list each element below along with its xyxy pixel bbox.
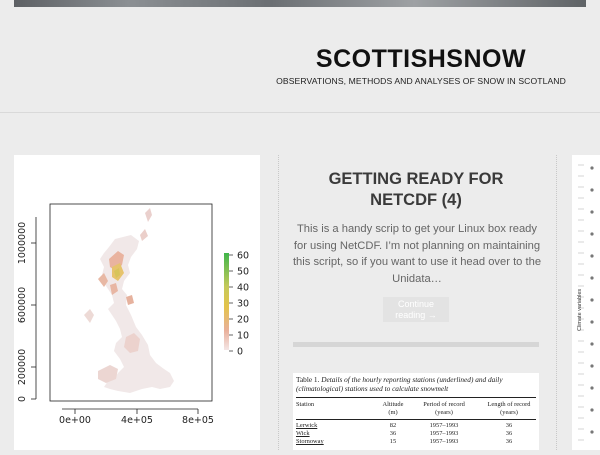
legend-tick-label: 60 bbox=[237, 251, 249, 262]
legend-tick-label: 50 bbox=[237, 267, 249, 278]
partial-point bbox=[590, 408, 594, 412]
y-tick-label: 1000000 bbox=[17, 222, 28, 264]
western-isles bbox=[84, 309, 94, 323]
partial-point bbox=[590, 276, 594, 280]
y-tick-label: 0 bbox=[17, 396, 28, 402]
partial-point bbox=[590, 364, 594, 368]
x-tick-label: 4e+05 bbox=[121, 415, 153, 426]
station-cell: Wick bbox=[296, 430, 310, 437]
site-title[interactable]: SCOTTISHSNOW bbox=[266, 45, 576, 74]
header-divider bbox=[0, 112, 600, 113]
post-title[interactable]: GETTING READY FOR NETCDF (4) bbox=[300, 169, 532, 211]
post-card-map[interactable]: 0 200000 600000 1000000 0e+00 4e+05 8e+05 bbox=[14, 155, 260, 450]
post-separator-bar bbox=[293, 342, 539, 347]
partial-point bbox=[590, 210, 594, 214]
column-divider bbox=[556, 155, 557, 450]
southern-uplands-snow bbox=[126, 295, 134, 305]
length-cell: 36 bbox=[505, 422, 513, 429]
station-cell: Stornoway bbox=[296, 438, 324, 445]
continue-reading-button[interactable]: Continue reading → bbox=[383, 297, 449, 322]
partial-point bbox=[590, 254, 594, 258]
legend-tick-label: 30 bbox=[237, 299, 249, 310]
period-cell: 1957–1993 bbox=[429, 430, 459, 437]
x-tick-label: 8e+05 bbox=[182, 415, 214, 426]
partial-point bbox=[590, 342, 594, 346]
legend-tick-label: 20 bbox=[237, 315, 249, 326]
partial-point bbox=[590, 166, 594, 170]
great-britain-map bbox=[84, 208, 174, 393]
y-tick-label: 200000 bbox=[17, 349, 28, 385]
legend-tick-label: 40 bbox=[237, 283, 249, 294]
table-rule-header bbox=[296, 419, 536, 420]
partial-point bbox=[590, 386, 594, 390]
table-col-station: Station bbox=[296, 401, 315, 408]
partial-point bbox=[590, 298, 594, 302]
altitude-cell: 15 bbox=[389, 438, 397, 445]
table-col-altitude: Altitude (m) bbox=[382, 401, 404, 416]
snow-map-plot: 0 200000 600000 1000000 0e+00 4e+05 8e+05 6… bbox=[17, 203, 249, 426]
altitude-cell: 82 bbox=[389, 422, 397, 429]
post-excerpt: This is a handy scrip to get your Linux … bbox=[292, 223, 542, 285]
column-divider bbox=[278, 155, 279, 450]
altitude-cell: 36 bbox=[389, 430, 397, 437]
period-cell: 1957–1993 bbox=[429, 422, 459, 429]
legend-tick-label: 10 bbox=[237, 331, 249, 342]
period-cell: 1957–1993 bbox=[429, 438, 459, 445]
table-col-length: Length of record (years) bbox=[487, 401, 531, 416]
length-cell: 36 bbox=[505, 430, 513, 437]
legend-gradient-bar bbox=[224, 253, 229, 350]
table-caption-text: Details of the hourly reporting stations… bbox=[296, 375, 503, 393]
site-header: SCOTTISHSNOW OBSERVATIONS, METHODS AND A… bbox=[0, 7, 600, 117]
orkney-islands bbox=[140, 229, 148, 241]
partial-point bbox=[590, 430, 594, 434]
partial-point bbox=[590, 320, 594, 324]
site-tagline: OBSERVATIONS, METHODS AND ANALYSES OF SN… bbox=[276, 76, 566, 86]
post-card-partial[interactable]: Climate variables bbox=[572, 155, 600, 450]
table-col-period: Period of record (years) bbox=[423, 401, 465, 416]
station-cell: Lerwick bbox=[296, 422, 318, 429]
header-image-strip bbox=[14, 0, 586, 7]
table-caption: Table 1. Details of the hourly reporting… bbox=[296, 375, 536, 393]
post-card-table[interactable]: Table 1. Details of the hourly reporting… bbox=[293, 373, 539, 450]
length-cell: 36 bbox=[505, 438, 513, 445]
table-rule-top bbox=[296, 397, 536, 398]
x-tick-label: 0e+00 bbox=[59, 415, 91, 426]
climate-variables-label: Climate variables bbox=[577, 288, 583, 331]
legend-tick-label: 0 bbox=[237, 347, 243, 358]
color-legend: 60 50 40 30 20 10 0 bbox=[224, 251, 249, 358]
table-caption-label: Table 1. bbox=[296, 375, 320, 384]
partial-point bbox=[590, 188, 594, 192]
y-tick-label: 600000 bbox=[17, 287, 28, 323]
shetland-islands bbox=[145, 208, 152, 222]
partial-point bbox=[590, 232, 594, 236]
